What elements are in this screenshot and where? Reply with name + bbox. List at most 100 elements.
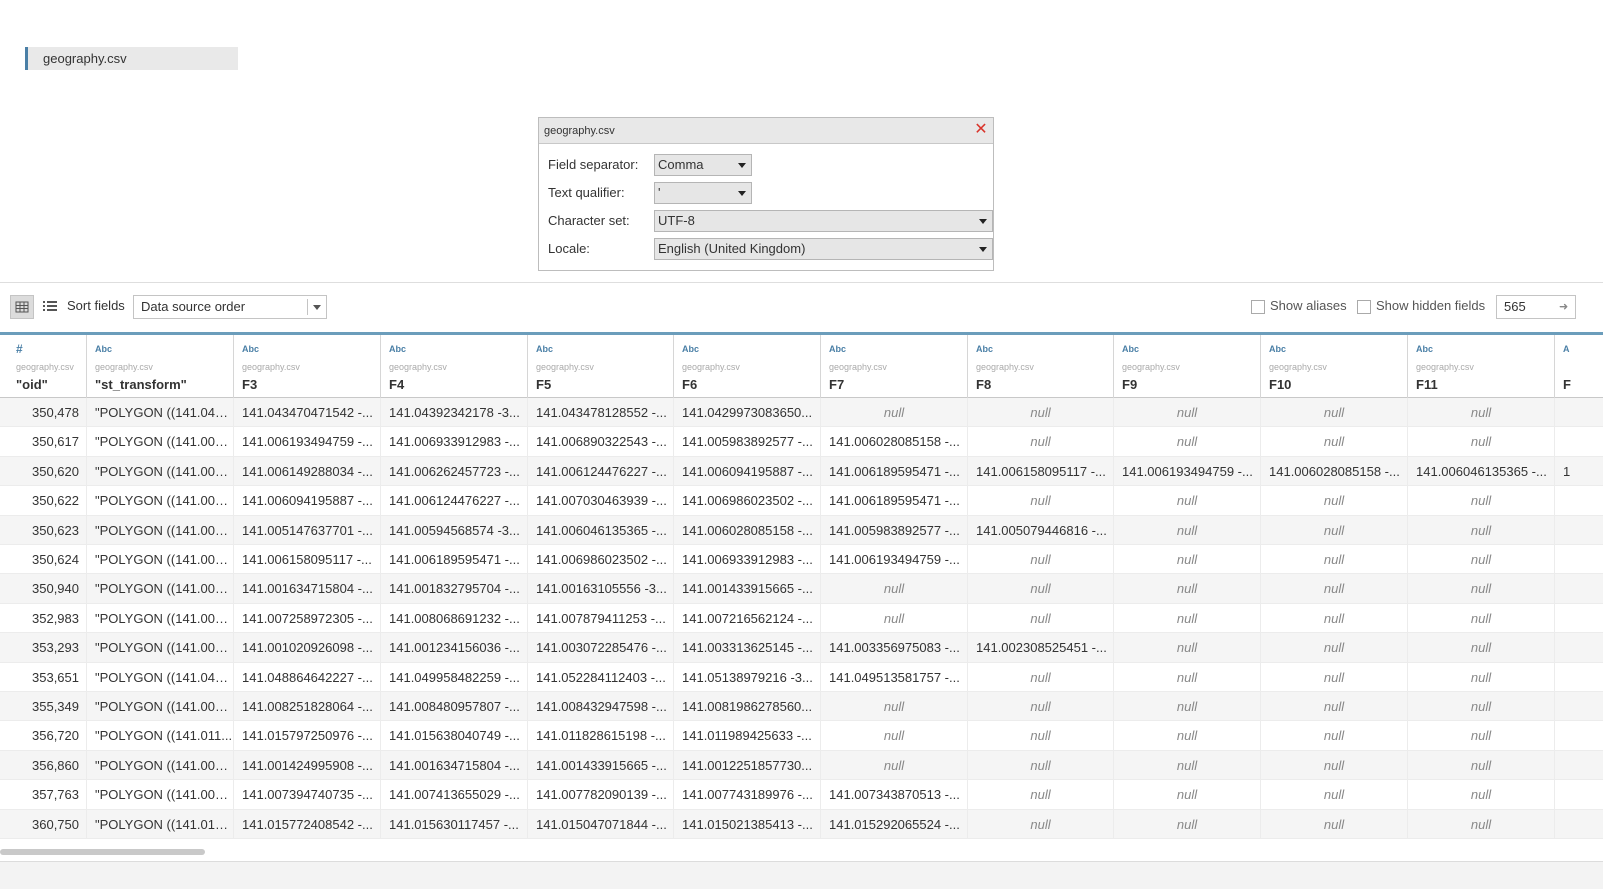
table-cell: null — [1114, 750, 1261, 780]
column-source: geography.csv — [1122, 362, 1180, 372]
column-source: geography.csv — [1416, 362, 1474, 372]
table-cell: 141.001634715804 -... — [234, 574, 381, 604]
column-name[interactable]: F5 — [536, 377, 551, 392]
character-set-select[interactable]: UTF-8 — [654, 210, 993, 232]
show-aliases-label[interactable]: Show aliases — [1270, 298, 1347, 313]
string-type-icon[interactable]: Abc — [829, 344, 846, 354]
connection-tab[interactable]: geography.csv — [25, 47, 238, 70]
table-cell — [1555, 398, 1603, 427]
column-name[interactable]: F4 — [389, 377, 404, 392]
column-name[interactable]: F3 — [242, 377, 257, 392]
string-type-icon[interactable]: Abc — [682, 344, 699, 354]
show-aliases-checkbox[interactable] — [1251, 300, 1265, 314]
show-hidden-fields-checkbox[interactable] — [1357, 300, 1371, 314]
grid-icon — [15, 301, 29, 313]
table-cell: 350,624 — [8, 545, 87, 574]
table-cell — [1555, 545, 1603, 574]
locale-select[interactable]: English (United Kingdom) — [654, 238, 993, 260]
chevron-down-icon — [979, 247, 987, 252]
field-separator-select[interactable]: Comma — [654, 154, 752, 176]
table-cell: null — [1408, 545, 1555, 574]
column-header[interactable]: Abc geography.csv F8 — [968, 335, 1114, 398]
column-header[interactable]: Abc geography.csv F10 — [1261, 335, 1408, 398]
text-qualifier-row: Text qualifier: ' — [548, 182, 752, 204]
table-cell: 141.001020926098 -... — [234, 633, 381, 663]
column-name[interactable]: F8 — [976, 377, 991, 392]
table-cell: null — [1408, 398, 1555, 427]
column-header[interactable]: # geography.csv "oid" — [8, 335, 87, 398]
column-name[interactable]: F6 — [682, 377, 697, 392]
horizontal-scrollbar[interactable] — [0, 849, 205, 855]
string-type-icon[interactable]: Abc — [95, 344, 112, 354]
table-cell: null — [1408, 662, 1555, 692]
column-header[interactable]: Abc geography.csv "st_transform" — [87, 335, 234, 398]
column-header[interactable]: Abc geography.csv F6 — [674, 335, 821, 398]
table-cell: null — [968, 574, 1114, 604]
table-cell: 356,720 — [8, 721, 87, 751]
table-cell: "POLYGON ((141.006... — [87, 427, 234, 457]
column-name[interactable]: "oid" — [16, 377, 48, 392]
list-view-button[interactable] — [39, 295, 63, 319]
string-type-icon[interactable]: Abc — [389, 344, 406, 354]
column-header[interactable]: AF — [1555, 335, 1603, 398]
column-header[interactable]: Abc geography.csv F3 — [234, 335, 381, 398]
column-source: geography.csv — [682, 362, 740, 372]
column-name[interactable]: "st_transform" — [95, 377, 187, 392]
table-cell: 353,293 — [8, 633, 87, 663]
table-cell: null — [1408, 692, 1555, 721]
close-icon[interactable]: ✕ — [973, 122, 989, 138]
table-cell: null — [1408, 486, 1555, 516]
table-row: 356,860 "POLYGON ((141.001... 141.00142499… — [0, 750, 1603, 781]
table-cell: null — [968, 603, 1114, 633]
show-hidden-fields-label[interactable]: Show hidden fields — [1376, 298, 1485, 313]
table-cell: null — [968, 545, 1114, 574]
table-cell: 141.006028085158 -... — [821, 427, 968, 457]
column-header[interactable]: Abc geography.csv F11 — [1408, 335, 1555, 398]
text-qualifier-select[interactable]: ' — [654, 182, 752, 204]
dialog-title: geography.csv ✕ — [539, 118, 993, 144]
table-cell: null — [968, 809, 1114, 839]
column-name[interactable]: F9 — [1122, 377, 1137, 392]
table-cell: null — [1261, 515, 1408, 545]
sort-fields-select[interactable]: Data source order — [133, 295, 327, 319]
locale-label: Locale: — [548, 241, 590, 256]
table-cell: null — [1261, 633, 1408, 663]
column-header[interactable]: Abc geography.csv F7 — [821, 335, 968, 398]
table-cell: null — [1408, 633, 1555, 663]
table-cell: null — [1114, 780, 1261, 810]
column-source: geography.csv — [829, 362, 887, 372]
number-type-icon[interactable]: # — [16, 342, 23, 356]
table-cell: null — [968, 398, 1114, 427]
grid-view-button[interactable] — [10, 295, 34, 319]
table-cell: null — [1114, 603, 1261, 633]
column-header[interactable]: Abc geography.csv F9 — [1114, 335, 1261, 398]
column-header[interactable]: Abc geography.csv F5 — [528, 335, 674, 398]
table-cell: "POLYGON ((141.001... — [87, 750, 234, 780]
string-type-icon[interactable]: Abc — [1416, 344, 1433, 354]
table-cell: 141.0081986278560... — [674, 692, 821, 721]
string-type-icon[interactable]: Abc — [536, 344, 553, 354]
column-name[interactable]: F10 — [1269, 377, 1291, 392]
string-type-icon[interactable]: Abc — [242, 344, 259, 354]
table-row: 350,617 "POLYGON ((141.006... 141.00619349… — [0, 427, 1603, 457]
string-type-icon[interactable]: A — [1563, 344, 1570, 354]
table-cell: 141.015630117457 -... — [381, 809, 528, 839]
string-type-icon[interactable]: Abc — [1269, 344, 1286, 354]
column-name[interactable]: F11 — [1416, 377, 1438, 392]
table-cell — [1555, 574, 1603, 603]
table-row: 350,623 "POLYGON ((141.005... 141.00514763… — [0, 515, 1603, 545]
locale-value: English (United Kingdom) — [658, 241, 806, 256]
table-cell: null — [821, 398, 968, 427]
table-cell: null — [1114, 515, 1261, 545]
string-type-icon[interactable]: Abc — [976, 344, 993, 354]
column-header[interactable]: Abc geography.csv F4 — [381, 335, 528, 398]
table-cell: 141.006158095117 -... — [234, 545, 381, 574]
arrow-right-icon[interactable]: ➜ — [1559, 300, 1568, 313]
column-source: geography.csv — [389, 362, 447, 372]
table-cell: null — [1114, 633, 1261, 663]
column-name[interactable]: F7 — [829, 377, 844, 392]
column-name[interactable]: F — [1563, 377, 1571, 392]
table-cell: 141.011828615198 -... — [528, 721, 674, 751]
string-type-icon[interactable]: Abc — [1122, 344, 1139, 354]
grid-toolbar: Sort fields Data source order Show alias… — [0, 292, 1603, 322]
